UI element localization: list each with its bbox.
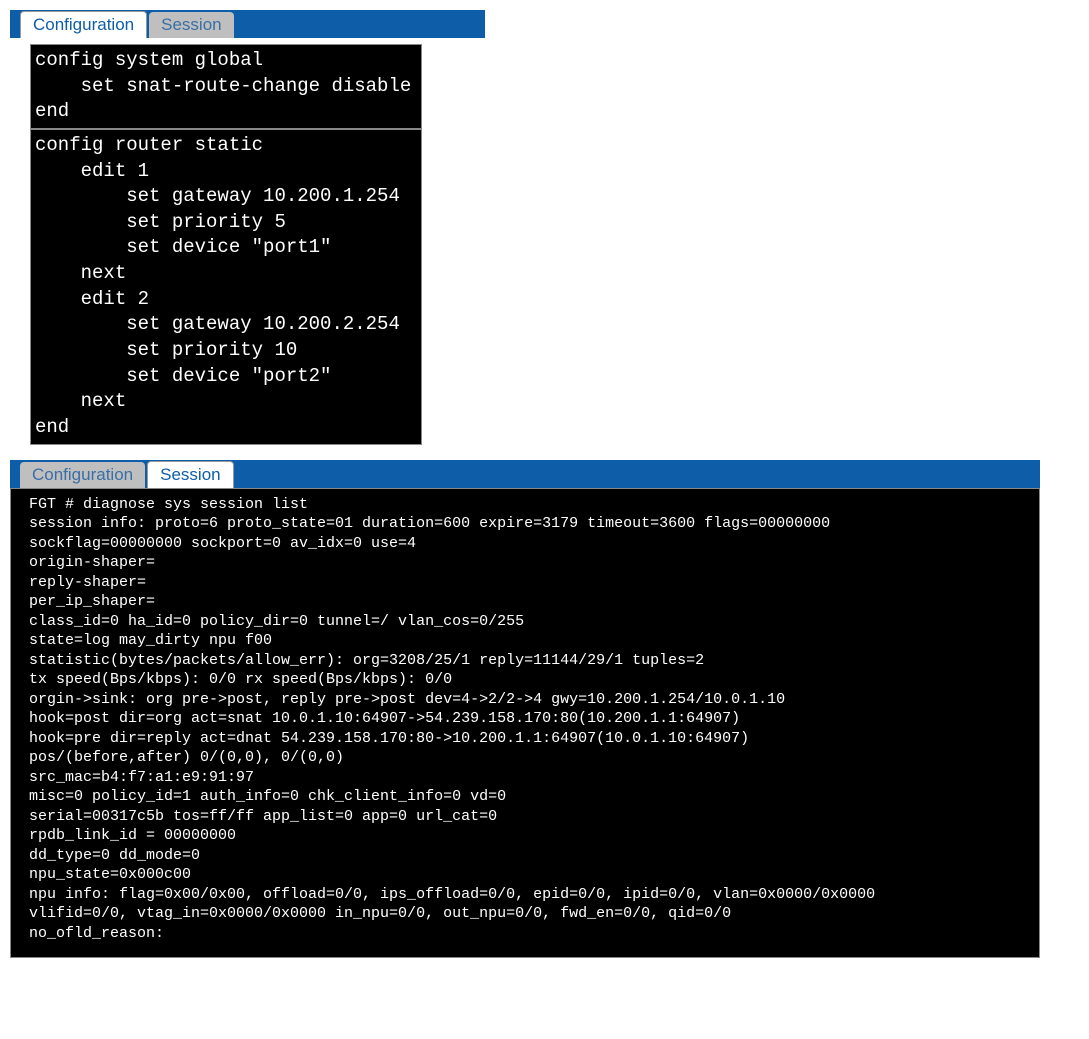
tab-session[interactable]: Session [147, 461, 233, 488]
tab-configuration[interactable]: Configuration [20, 11, 147, 38]
panel-session: Configuration Session FGT # diagnose sys… [10, 460, 1040, 959]
tab-bar-1: Configuration Session [10, 10, 485, 38]
session-output: FGT # diagnose sys session list session … [10, 488, 1040, 959]
tab-bar-2: Configuration Session [10, 460, 1040, 488]
config-router-static-block: config router static edit 1 set gateway … [30, 129, 422, 445]
tab-session[interactable]: Session [149, 12, 233, 38]
tab-configuration[interactable]: Configuration [20, 462, 145, 488]
config-block: config system global set snat-route-chan… [30, 44, 422, 445]
config-snat-block: config system global set snat-route-chan… [30, 44, 422, 129]
panel-configuration: Configuration Session config system glob… [10, 10, 1089, 445]
